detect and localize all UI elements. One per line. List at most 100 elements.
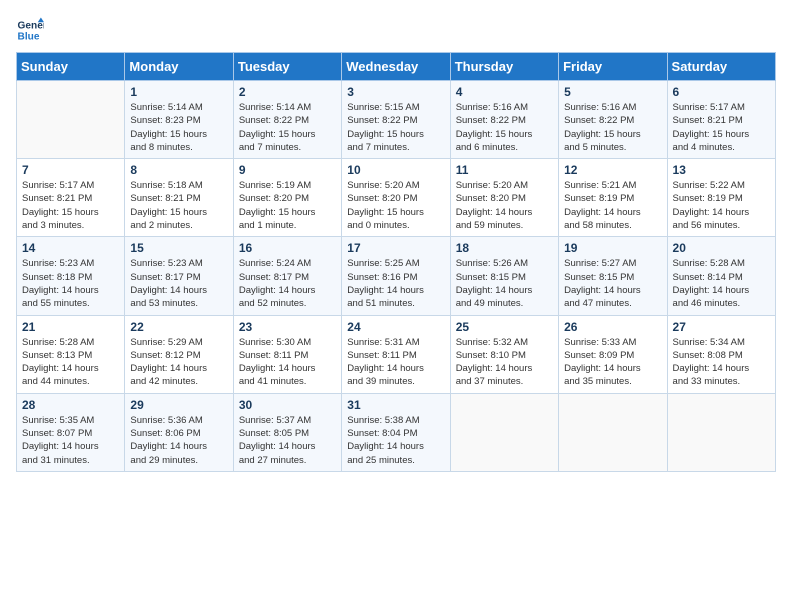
calendar-cell: 5Sunrise: 5:16 AMSunset: 8:22 PMDaylight… xyxy=(559,81,667,159)
calendar-cell xyxy=(667,393,775,471)
day-info: Sunrise: 5:23 AMSunset: 8:18 PMDaylight:… xyxy=(22,257,119,310)
calendar-cell: 24Sunrise: 5:31 AMSunset: 8:11 PMDayligh… xyxy=(342,315,450,393)
day-number: 26 xyxy=(564,320,661,334)
day-number: 18 xyxy=(456,241,553,255)
day-info: Sunrise: 5:37 AMSunset: 8:05 PMDaylight:… xyxy=(239,414,336,467)
day-info: Sunrise: 5:24 AMSunset: 8:17 PMDaylight:… xyxy=(239,257,336,310)
calendar-cell: 27 Sunrise: 5:34 AMSunset: 8:08 PMDayligh… xyxy=(667,315,775,393)
day-number: 16 xyxy=(239,241,336,255)
day-number: 9 xyxy=(239,163,336,177)
calendar-cell: 12 Sunrise: 5:21 AMSunset: 8:19 PMDayligh… xyxy=(559,159,667,237)
day-number: 5 xyxy=(564,85,661,99)
day-number: 7 xyxy=(22,163,119,177)
calendar-cell: 20Sunrise: 5:28 AMSunset: 8:14 PMDayligh… xyxy=(667,237,775,315)
weekday-header-friday: Friday xyxy=(559,53,667,81)
day-info: Sunrise: 5:17 AMSunset: 8:21 PMDaylight:… xyxy=(22,179,119,232)
day-number: 2 xyxy=(239,85,336,99)
day-info: Sunrise: 5:30 AMSunset: 8:11 PMDaylight:… xyxy=(239,336,336,389)
day-number: 29 xyxy=(130,398,227,412)
day-number: 27 xyxy=(673,320,770,334)
calendar-body: 1 Sunrise: 5:14 AMSunset: 8:23 PMDaylight… xyxy=(17,81,776,472)
calendar-cell: 14 Sunrise: 5:23 AMSunset: 8:18 PMDayligh… xyxy=(17,237,125,315)
logo: General Blue xyxy=(16,16,44,44)
weekday-header-thursday: Thursday xyxy=(450,53,558,81)
calendar-week-4: 21Sunrise: 5:28 AMSunset: 8:13 PMDayligh… xyxy=(17,315,776,393)
calendar-cell: 4 Sunrise: 5:16 AMSunset: 8:22 PMDaylight… xyxy=(450,81,558,159)
day-info: Sunrise: 5:15 AMSunset: 8:22 PMDaylight:… xyxy=(347,101,444,154)
logo-icon: General Blue xyxy=(16,16,44,44)
day-info: Sunrise: 5:20 AMSunset: 8:20 PMDaylight:… xyxy=(456,179,553,232)
day-info: Sunrise: 5:36 AMSunset: 8:06 PMDaylight:… xyxy=(130,414,227,467)
calendar-cell: 22Sunrise: 5:29 AMSunset: 8:12 PMDayligh… xyxy=(125,315,233,393)
calendar-cell: 7 Sunrise: 5:17 AMSunset: 8:21 PMDaylight… xyxy=(17,159,125,237)
day-number: 23 xyxy=(239,320,336,334)
calendar-week-1: 1 Sunrise: 5:14 AMSunset: 8:23 PMDaylight… xyxy=(17,81,776,159)
day-info: Sunrise: 5:21 AMSunset: 8:19 PMDaylight:… xyxy=(564,179,661,232)
day-info: Sunrise: 5:32 AMSunset: 8:10 PMDaylight:… xyxy=(456,336,553,389)
calendar-header: SundayMondayTuesdayWednesdayThursdayFrid… xyxy=(17,53,776,81)
weekday-header-sunday: Sunday xyxy=(17,53,125,81)
day-number: 19 xyxy=(564,241,661,255)
calendar-table: SundayMondayTuesdayWednesdayThursdayFrid… xyxy=(16,52,776,472)
day-number: 12 xyxy=(564,163,661,177)
calendar-cell xyxy=(450,393,558,471)
day-number: 3 xyxy=(347,85,444,99)
calendar-week-3: 14 Sunrise: 5:23 AMSunset: 8:18 PMDayligh… xyxy=(17,237,776,315)
svg-text:Blue: Blue xyxy=(18,31,40,42)
calendar-cell: 17 Sunrise: 5:25 AMSunset: 8:16 PMDayligh… xyxy=(342,237,450,315)
day-info: Sunrise: 5:28 AMSunset: 8:13 PMDaylight:… xyxy=(22,336,119,389)
page-header: General Blue xyxy=(16,16,776,44)
calendar-cell: 21Sunrise: 5:28 AMSunset: 8:13 PMDayligh… xyxy=(17,315,125,393)
calendar-cell: 2 Sunrise: 5:14 AMSunset: 8:22 PMDaylight… xyxy=(233,81,341,159)
day-info: Sunrise: 5:20 AMSunset: 8:20 PMDaylight:… xyxy=(347,179,444,232)
day-info: Sunrise: 5:33 AMSunset: 8:09 PMDaylight:… xyxy=(564,336,661,389)
day-number: 22 xyxy=(130,320,227,334)
day-number: 6 xyxy=(673,85,770,99)
calendar-cell: 6 Sunrise: 5:17 AMSunset: 8:21 PMDaylight… xyxy=(667,81,775,159)
day-info: Sunrise: 5:18 AMSunset: 8:21 PMDaylight:… xyxy=(130,179,227,232)
day-number: 10 xyxy=(347,163,444,177)
day-info: Sunrise: 5:17 AMSunset: 8:21 PMDaylight:… xyxy=(673,101,770,154)
calendar-cell: 30 Sunrise: 5:37 AMSunset: 8:05 PMDayligh… xyxy=(233,393,341,471)
day-number: 31 xyxy=(347,398,444,412)
day-number: 25 xyxy=(456,320,553,334)
day-info: Sunrise: 5:25 AMSunset: 8:16 PMDaylight:… xyxy=(347,257,444,310)
day-info: Sunrise: 5:26 AMSunset: 8:15 PMDaylight:… xyxy=(456,257,553,310)
calendar-cell: 31Sunrise: 5:38 AMSunset: 8:04 PMDayligh… xyxy=(342,393,450,471)
calendar-cell: 10 Sunrise: 5:20 AMSunset: 8:20 PMDayligh… xyxy=(342,159,450,237)
day-info: Sunrise: 5:35 AMSunset: 8:07 PMDaylight:… xyxy=(22,414,119,467)
weekday-header-wednesday: Wednesday xyxy=(342,53,450,81)
day-info: Sunrise: 5:14 AMSunset: 8:22 PMDaylight:… xyxy=(239,101,336,154)
weekday-header-row: SundayMondayTuesdayWednesdayThursdayFrid… xyxy=(17,53,776,81)
weekday-header-monday: Monday xyxy=(125,53,233,81)
day-number: 14 xyxy=(22,241,119,255)
calendar-cell: 11 Sunrise: 5:20 AMSunset: 8:20 PMDayligh… xyxy=(450,159,558,237)
day-number: 24 xyxy=(347,320,444,334)
calendar-week-5: 28 Sunrise: 5:35 AMSunset: 8:07 PMDayligh… xyxy=(17,393,776,471)
day-info: Sunrise: 5:23 AMSunset: 8:17 PMDaylight:… xyxy=(130,257,227,310)
calendar-cell xyxy=(17,81,125,159)
calendar-cell: 23 Sunrise: 5:30 AMSunset: 8:11 PMDayligh… xyxy=(233,315,341,393)
day-number: 13 xyxy=(673,163,770,177)
weekday-header-saturday: Saturday xyxy=(667,53,775,81)
day-number: 30 xyxy=(239,398,336,412)
calendar-cell: 25 Sunrise: 5:32 AMSunset: 8:10 PMDayligh… xyxy=(450,315,558,393)
day-info: Sunrise: 5:34 AMSunset: 8:08 PMDaylight:… xyxy=(673,336,770,389)
day-number: 1 xyxy=(130,85,227,99)
calendar-cell: 26 Sunrise: 5:33 AMSunset: 8:09 PMDayligh… xyxy=(559,315,667,393)
day-number: 17 xyxy=(347,241,444,255)
calendar-cell: 18 Sunrise: 5:26 AMSunset: 8:15 PMDayligh… xyxy=(450,237,558,315)
day-number: 4 xyxy=(456,85,553,99)
calendar-cell: 16 Sunrise: 5:24 AMSunset: 8:17 PMDayligh… xyxy=(233,237,341,315)
weekday-header-tuesday: Tuesday xyxy=(233,53,341,81)
calendar-week-2: 7 Sunrise: 5:17 AMSunset: 8:21 PMDaylight… xyxy=(17,159,776,237)
day-number: 11 xyxy=(456,163,553,177)
calendar-cell: 15 Sunrise: 5:23 AMSunset: 8:17 PMDayligh… xyxy=(125,237,233,315)
calendar-cell: 19 Sunrise: 5:27 AMSunset: 8:15 PMDayligh… xyxy=(559,237,667,315)
day-info: Sunrise: 5:14 AMSunset: 8:23 PMDaylight:… xyxy=(130,101,227,154)
day-number: 28 xyxy=(22,398,119,412)
day-info: Sunrise: 5:27 AMSunset: 8:15 PMDaylight:… xyxy=(564,257,661,310)
day-info: Sunrise: 5:22 AMSunset: 8:19 PMDaylight:… xyxy=(673,179,770,232)
day-number: 15 xyxy=(130,241,227,255)
day-info: Sunrise: 5:16 AMSunset: 8:22 PMDaylight:… xyxy=(456,101,553,154)
